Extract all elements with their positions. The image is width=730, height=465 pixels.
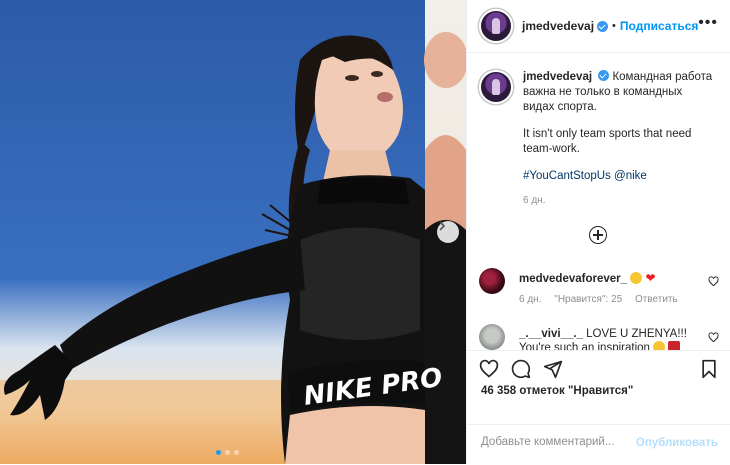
carousel-dot: [234, 450, 239, 455]
commenter-avatar[interactable]: [479, 268, 505, 294]
comment-likes[interactable]: "Нравится": 25: [554, 294, 622, 305]
comment-meta: 6 дн. "Нравится": 25 Ответить: [519, 294, 688, 305]
carousel-dot-active: [216, 450, 221, 455]
more-options-icon[interactable]: •••: [698, 14, 718, 32]
comment-username[interactable]: medvedevaforever_: [519, 273, 627, 285]
heart-eyes-emoji: [630, 272, 643, 284]
author-username[interactable]: jmedvedevaj: [522, 19, 594, 33]
comment-username[interactable]: _.__vivi__._: [519, 328, 583, 340]
carousel-dot: [225, 450, 230, 455]
reply-button[interactable]: Ответить: [635, 294, 678, 305]
publish-button[interactable]: Опубликовать: [636, 437, 718, 449]
follow-button[interactable]: Подписаться: [620, 19, 698, 33]
comment-input[interactable]: [479, 435, 643, 449]
heart-icon[interactable]: [708, 276, 719, 287]
carousel-indicator: [216, 450, 239, 455]
next-photo-button[interactable]: [437, 221, 459, 243]
photo-illustration: NIKE PRO: [0, 0, 466, 464]
paper-plane-icon[interactable]: [543, 359, 563, 379]
caption-username[interactable]: jmedvedevaj: [523, 71, 592, 83]
comment-text: _.__vivi__._ LOVE U ZHENYA!!! You're suc…: [519, 327, 694, 350]
caption-author-avatar[interactable]: [479, 70, 513, 104]
red-heart-emoji: ❤: [645, 271, 656, 285]
heart-eyes-emoji: [653, 341, 666, 350]
commenter-avatar[interactable]: [479, 324, 505, 350]
post-header: jmedvedevaj • Подписаться: [467, 0, 730, 53]
caption-age: 6 дн.: [523, 195, 546, 206]
verified-badge-icon: [597, 20, 609, 32]
bookmark-icon[interactable]: [700, 359, 718, 379]
caption-text-en: It isn't only team sports that need team…: [523, 128, 692, 155]
comment-icon[interactable]: [511, 359, 531, 379]
flags-emoji: [668, 341, 681, 350]
header-separator: •: [612, 20, 616, 32]
plus-circle-icon[interactable]: [589, 226, 607, 244]
heart-icon[interactable]: [479, 359, 499, 379]
likes-count[interactable]: 46 358 отметок "Нравится": [481, 385, 633, 397]
instagram-post-modal: NIKE PRO jmedvedevaj • Подписаться jmedv…: [0, 0, 730, 464]
mention-link[interactable]: @nike: [614, 170, 647, 182]
action-bar: [467, 350, 730, 381]
hashtag-link[interactable]: #YouCantStopUs: [523, 170, 611, 182]
comment-text: medvedevaforever_ ❤: [519, 271, 694, 286]
post-photo[interactable]: NIKE PRO: [0, 0, 466, 464]
comment-age: 6 дн.: [519, 294, 542, 305]
comments-section[interactable]: jmedvedevaj Командная работа важна не то…: [467, 54, 730, 350]
post-caption: jmedvedevaj Командная работа важна не то…: [467, 54, 730, 208]
chevron-right-icon: [439, 221, 446, 231]
add-comment-bar: Опубликовать: [467, 424, 730, 465]
heart-icon[interactable]: [708, 332, 719, 343]
verified-badge-icon: [598, 70, 610, 81]
author-avatar[interactable]: [479, 9, 513, 43]
post-side-panel: jmedvedevaj • Подписаться jmedvedevaj Ко…: [466, 0, 730, 464]
